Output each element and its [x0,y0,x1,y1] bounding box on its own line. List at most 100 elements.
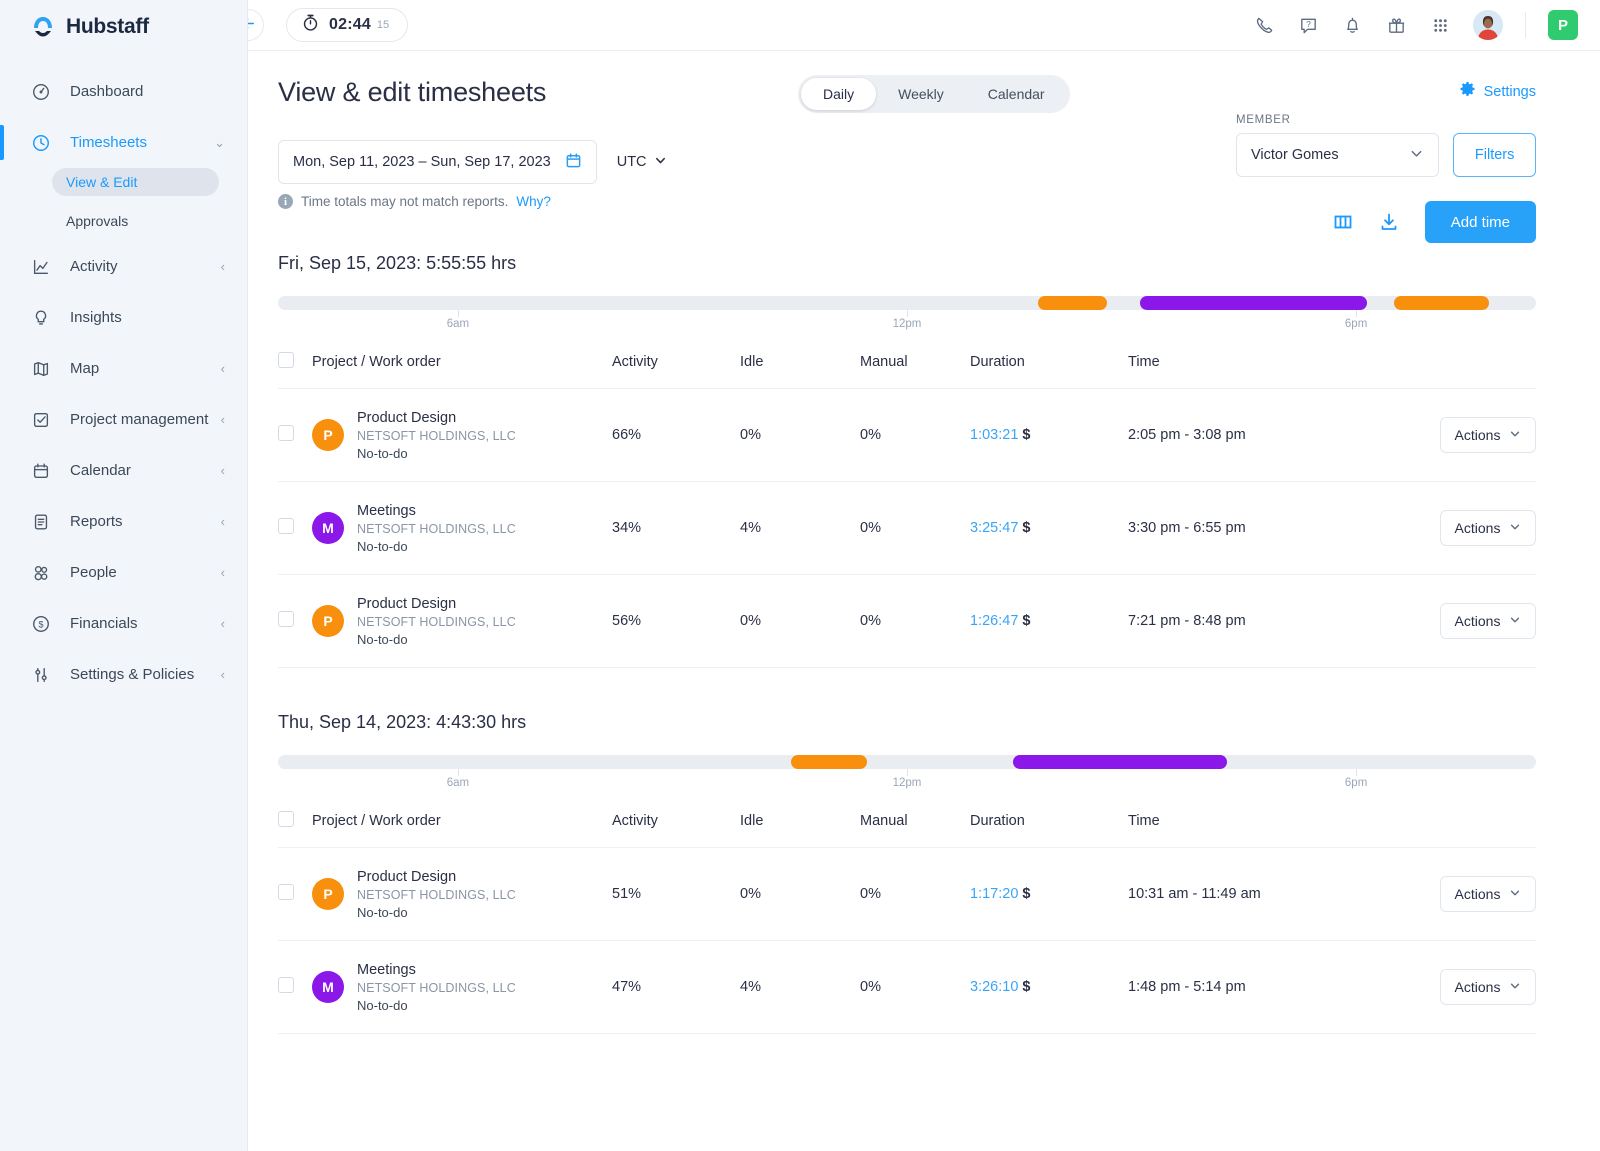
time-cell: 2:05 pm - 3:08 pm [1128,389,1428,482]
phone-icon[interactable] [1253,14,1275,36]
filters-label: Filters [1475,147,1514,163]
time-cell: 3:30 pm - 6:55 pm [1128,482,1428,575]
row-checkbox[interactable] [278,518,294,534]
sidebar-item-view-and-edit[interactable]: View & Edit [52,168,219,196]
tab-daily[interactable]: Daily [801,78,876,110]
sidebar-item-activity[interactable]: Activity ‹ [0,241,247,292]
sidebar-item-people[interactable]: People ‹ [0,547,247,598]
sidebar-item-label: Calendar [70,462,221,479]
timer-seconds: 15 [377,19,389,31]
timer-value: 02:44 [329,16,371,34]
timezone-selector[interactable]: UTC [617,140,667,184]
columns-icon[interactable] [1333,212,1353,232]
chevron-left-icon: ‹ [221,362,225,375]
help-icon[interactable]: ? [1297,14,1319,36]
actions-label: Actions [1455,886,1501,902]
sidebar-item-approvals[interactable]: Approvals [52,207,219,235]
row-checkbox[interactable] [278,884,294,900]
timeline-track[interactable] [278,296,1536,310]
bell-icon[interactable] [1341,14,1363,36]
timesheet-table: Project / Work orderActivityIdleManualDu… [278,352,1536,668]
chevron-down-icon [1509,887,1521,902]
tab-calendar[interactable]: Calendar [966,78,1067,110]
table-row[interactable]: P Product Design NETSOFT HOLDINGS, LLC N… [278,389,1536,482]
sidebar-item-map[interactable]: Map ‹ [0,343,247,394]
manual-cell: 0% [860,482,970,575]
day-timeline: 6am 12pm 6pm [278,755,1536,801]
timeline-segment[interactable] [791,755,866,769]
project-todo: No-to-do [357,905,516,920]
avatar[interactable] [1473,10,1503,40]
timeline-track[interactable] [278,755,1536,769]
filters-button[interactable]: Filters [1453,133,1536,177]
row-checkbox[interactable] [278,977,294,993]
sidebar-item-label: Settings & Policies [70,666,221,683]
select-all-checkbox[interactable] [278,352,294,368]
row-checkbox[interactable] [278,425,294,441]
date-range-value: Mon, Sep 11, 2023 – Sun, Sep 17, 2023 [293,154,551,170]
timeline-segment[interactable] [1140,296,1368,310]
add-time-button[interactable]: Add time [1425,201,1536,243]
activity-cell: 56% [612,575,740,668]
table-row[interactable]: P Product Design NETSOFT HOLDINGS, LLC N… [278,848,1536,941]
member-select[interactable]: Victor Gomes [1236,133,1439,177]
actions-button[interactable]: Actions [1440,969,1536,1005]
row-actions-cell: Actions [1428,848,1536,941]
tab-label: Daily [823,86,854,102]
member-row: Victor Gomes Filters [1236,133,1536,177]
org-badge[interactable]: P [1548,10,1578,40]
duration-value[interactable]: 3:26:10 [970,979,1018,995]
sidebar-item-timesheets[interactable]: Timesheets ⌄ [0,117,247,168]
duration-value[interactable]: 1:26:47 [970,613,1018,629]
timer-button[interactable]: 02:44 15 [286,8,408,42]
time-cell: 10:31 am - 11:49 am [1128,848,1428,941]
date-range-picker[interactable]: Mon, Sep 11, 2023 – Sun, Sep 17, 2023 [278,140,597,184]
why-link[interactable]: Why? [516,194,551,209]
table-row[interactable]: M Meetings NETSOFT HOLDINGS, LLC No-to-d… [278,482,1536,575]
map-icon [30,358,52,380]
sidebar-item-label: Activity [70,258,221,275]
column-header: Activity [612,811,740,848]
actions-button[interactable]: Actions [1440,417,1536,453]
manual-cell: 0% [860,575,970,668]
tab-weekly[interactable]: Weekly [876,78,966,110]
duration-value[interactable]: 3:25:47 [970,520,1018,536]
timeline-segment[interactable] [1038,296,1107,310]
sidebar-item-financials[interactable]: $ Financials ‹ [0,598,247,649]
row-checkbox-cell [278,575,312,668]
sidebar-item-settings-policies[interactable]: Settings & Policies ‹ [0,649,247,700]
sidebar-item-calendar[interactable]: Calendar ‹ [0,445,247,496]
sidebar-item-label: Financials [70,615,221,632]
select-all-checkbox[interactable] [278,811,294,827]
sidebar: Hubstaff Dashboard Timesheets [0,0,248,1151]
timeline-segment[interactable] [1013,755,1227,769]
sidebar-item-reports[interactable]: Reports ‹ [0,496,247,547]
project-name: Meetings [357,503,516,519]
table-row[interactable]: M Meetings NETSOFT HOLDINGS, LLC No-to-d… [278,941,1536,1034]
project-org: NETSOFT HOLDINGS, LLC [357,981,516,995]
sidebar-collapse-button[interactable] [248,9,264,41]
actions-button[interactable]: Actions [1440,510,1536,546]
hint-text: Time totals may not match reports. [301,194,508,209]
table-row[interactable]: P Product Design NETSOFT HOLDINGS, LLC N… [278,575,1536,668]
download-icon[interactable] [1379,212,1399,232]
info-icon: i [278,194,293,209]
sidebar-item-project-management[interactable]: Project management ‹ [0,394,247,445]
apps-grid-icon[interactable] [1429,14,1451,36]
chevron-down-icon: ⌄ [214,136,225,149]
duration-value[interactable]: 1:03:21 [970,427,1018,443]
sidebar-item-dashboard[interactable]: Dashboard [0,66,247,117]
chevron-left-icon: ‹ [221,464,225,477]
page-content: View & edit timesheets Daily Weekly Cale… [248,51,1600,1034]
gift-icon[interactable] [1385,14,1407,36]
brand-logo-block[interactable]: Hubstaff [0,0,247,58]
row-checkbox[interactable] [278,611,294,627]
actions-button[interactable]: Actions [1440,876,1536,912]
actions-button[interactable]: Actions [1440,603,1536,639]
timeline-segment[interactable] [1394,296,1490,310]
chevron-down-icon [1409,146,1424,165]
gauge-icon [30,81,52,103]
sidebar-item-insights[interactable]: Insights [0,292,247,343]
duration-value[interactable]: 1:17:20 [970,886,1018,902]
settings-link[interactable]: Settings [1459,81,1536,102]
